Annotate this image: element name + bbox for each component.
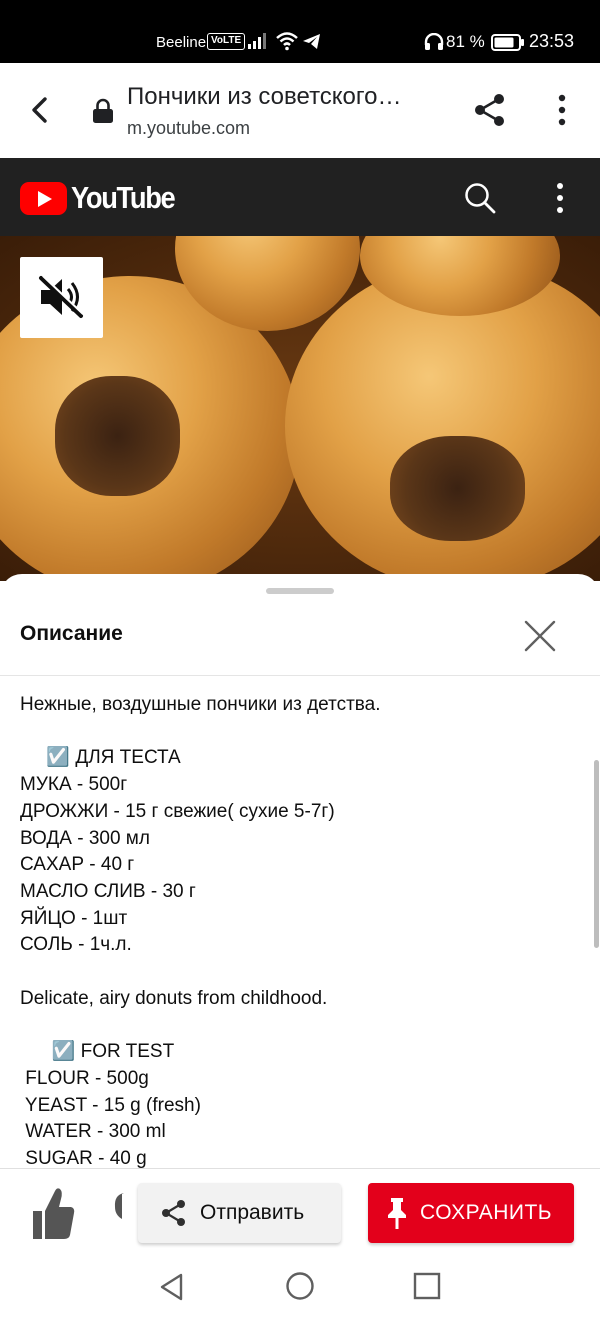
save-button[interactable]: СОХРАНИТЬ: [368, 1183, 574, 1243]
lock-icon[interactable]: [92, 98, 114, 124]
share-button[interactable]: Отправить: [138, 1183, 341, 1243]
back-arrow-icon[interactable]: [26, 96, 54, 124]
scrollbar[interactable]: [594, 760, 599, 948]
signal-icon: [248, 33, 266, 49]
action-bar: Отправить СОХРАНИТЬ: [0, 1168, 600, 1256]
page-url[interactable]: m.youtube.com: [127, 118, 250, 139]
thumbs-up-icon[interactable]: [30, 1185, 76, 1241]
nav-recents-icon[interactable]: [413, 1272, 441, 1300]
status-bar: Beeline VoLTE 81 % 23:53: [0, 0, 600, 63]
unmute-button[interactable]: [20, 257, 103, 338]
search-icon[interactable]: [462, 180, 498, 216]
share-button-label: Отправить: [200, 1201, 305, 1224]
nav-home-icon[interactable]: [285, 1271, 315, 1301]
battery-icon: [491, 34, 524, 51]
video-frame-donut-hole: [390, 436, 525, 541]
browser-toolbar: Пончики из советского… m.youtube.com: [0, 63, 600, 158]
battery-percent: 81 %: [446, 32, 485, 51]
telegram-icon: [303, 34, 320, 49]
nav-back-icon[interactable]: [158, 1272, 186, 1302]
more-vert-icon[interactable]: [550, 92, 574, 128]
video-player[interactable]: [0, 236, 600, 581]
save-button-label: СОХРАНИТЬ: [420, 1201, 553, 1224]
panel-title: Описание: [20, 622, 123, 645]
headphones-icon: [424, 33, 444, 50]
carrier-name: Beeline: [156, 34, 207, 51]
youtube-play-logo-icon: [20, 181, 67, 215]
volte-badge: VoLTE: [207, 33, 246, 50]
clock: 23:53: [529, 31, 575, 51]
volume-off-icon: [39, 275, 84, 318]
share-icon: [162, 1200, 185, 1226]
share-icon[interactable]: [472, 92, 508, 128]
description-text: Нежные, воздушные пончики из детства. ☑️…: [20, 694, 381, 1168]
youtube-logo[interactable]: YouTube: [20, 180, 189, 216]
youtube-header: YouTube: [0, 158, 600, 236]
wifi-icon: [276, 32, 298, 51]
youtube-logo-text: YouTube: [71, 180, 176, 215]
pin-icon: [388, 1198, 406, 1229]
dislike-icon[interactable]: [112, 1189, 132, 1225]
system-nav-bar: [0, 1256, 600, 1319]
drag-handle[interactable]: [266, 588, 334, 594]
description-panel: Описание Нежные, воздушные пончики из де…: [0, 574, 600, 1168]
close-icon[interactable]: [518, 614, 562, 658]
more-vert-icon[interactable]: [548, 180, 572, 216]
page-title[interactable]: Пончики из советского…: [127, 83, 447, 111]
video-frame-donut-hole: [55, 376, 180, 496]
divider: [0, 675, 600, 676]
